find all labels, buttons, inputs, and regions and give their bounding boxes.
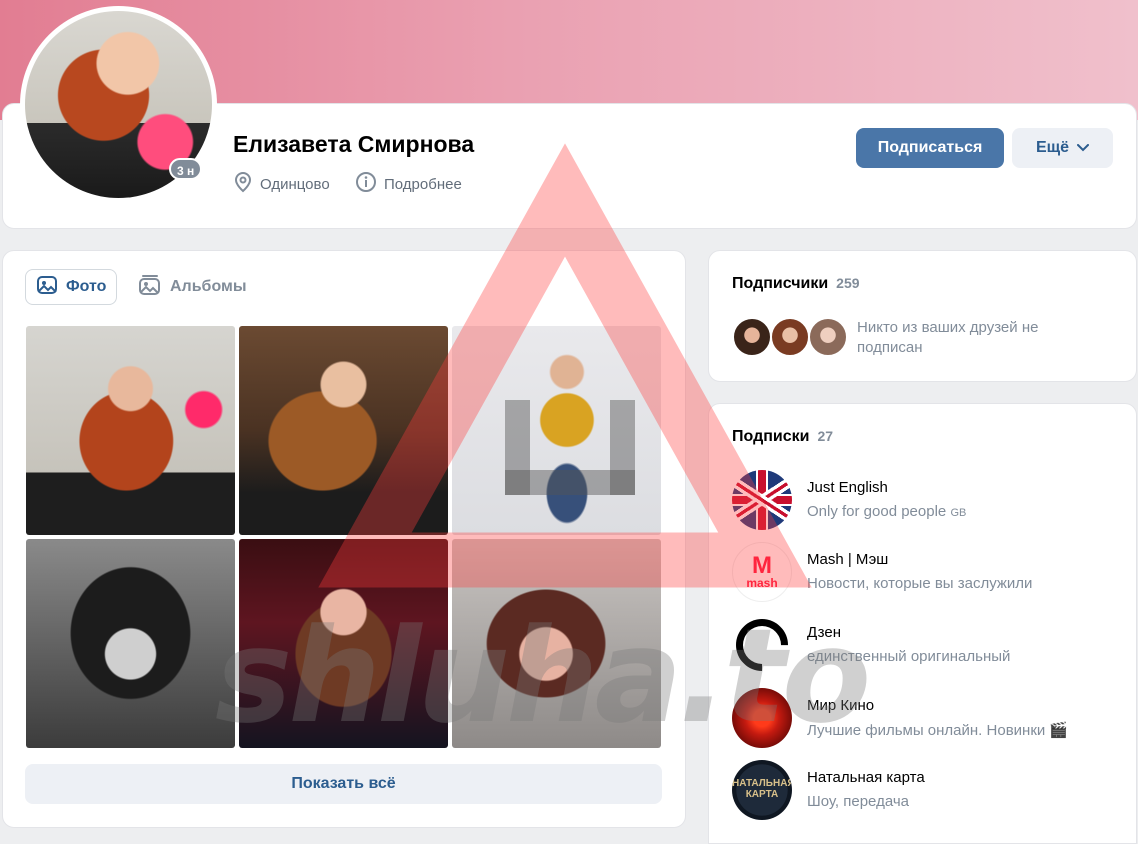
subscription-name: Мир Кино bbox=[807, 697, 875, 714]
subscription-desc: единственный оригинальный bbox=[807, 648, 1011, 665]
following-title: Подписки bbox=[732, 428, 810, 445]
subscription-name: Just English bbox=[807, 479, 888, 496]
photo-thumbnail[interactable] bbox=[26, 539, 235, 748]
profile-name: Елизавета Смирнова bbox=[233, 131, 475, 157]
following-count: 27 bbox=[817, 428, 834, 444]
more-label: Ещё bbox=[1035, 139, 1070, 156]
subscription-desc: Лучшие фильмы онлайн. Новинки 🎬 bbox=[807, 722, 1069, 739]
info-icon bbox=[355, 171, 377, 197]
followers-note: Никто из ваших друзей не подписан bbox=[857, 319, 1039, 356]
show-all-photos-button[interactable]: Показать всё bbox=[25, 764, 662, 804]
details-label: Подробнее bbox=[384, 175, 462, 193]
follower-avatar[interactable] bbox=[732, 317, 772, 357]
subscription-desc: Only for good people GB bbox=[807, 503, 967, 520]
follower-avatar[interactable] bbox=[808, 317, 848, 357]
profile-city: Одинцово bbox=[233, 171, 330, 197]
followers-header[interactable]: Подписчики 259 bbox=[732, 275, 860, 293]
subscription-desc: Шоу, передача bbox=[807, 793, 909, 810]
subscription-item[interactable]: НАТАЛЬНАЯ КАРТА Натальная карта Шоу, пер… bbox=[732, 760, 1112, 820]
subscription-name: Дзен bbox=[807, 624, 841, 641]
dzen-logo-icon bbox=[732, 615, 792, 675]
photo-thumbnail[interactable] bbox=[452, 326, 661, 535]
location-pin-icon bbox=[233, 171, 253, 197]
mash-logo-icon: M mash bbox=[732, 542, 792, 602]
followers-count: 259 bbox=[836, 275, 860, 291]
subscription-item[interactable]: Just English Only for good people GB bbox=[732, 470, 1112, 530]
tab-photos-label: Фото bbox=[66, 278, 107, 295]
following-header[interactable]: Подписки 27 bbox=[732, 428, 833, 446]
subscription-item[interactable]: Мир Кино Лучшие фильмы онлайн. Новинки 🎬 bbox=[732, 688, 1112, 748]
subscribe-button[interactable]: Подписаться bbox=[856, 128, 1004, 168]
more-button[interactable]: Ещё bbox=[1012, 128, 1113, 168]
last-seen-badge: 3 н bbox=[169, 158, 203, 180]
subscription-name: Mash | Мэш bbox=[807, 551, 889, 568]
city-label: Одинцово bbox=[260, 175, 330, 193]
tab-photos[interactable]: Фото bbox=[25, 269, 118, 305]
photo-icon bbox=[36, 274, 58, 301]
photo-thumbnail[interactable] bbox=[239, 326, 448, 535]
subscription-item[interactable]: Дзен единственный оригинальный bbox=[732, 615, 1112, 675]
kino-logo-icon bbox=[732, 688, 792, 748]
photo-thumbnail[interactable] bbox=[239, 539, 448, 748]
tab-albums-label: Альбомы bbox=[170, 278, 247, 295]
subscription-name: Натальная карта bbox=[807, 769, 925, 786]
uk-flag-icon bbox=[732, 470, 792, 530]
tab-albums[interactable]: Альбомы bbox=[128, 269, 257, 305]
subscription-item[interactable]: M mash Mash | Мэш Новости, которые вы за… bbox=[732, 542, 1112, 602]
photo-thumbnail[interactable] bbox=[452, 539, 661, 748]
photo-thumbnail[interactable] bbox=[26, 326, 235, 535]
followers-card bbox=[708, 250, 1137, 382]
followers-title: Подписчики bbox=[732, 275, 829, 292]
albums-icon bbox=[138, 274, 162, 301]
profile-details-link[interactable]: Подробнее bbox=[355, 172, 462, 196]
subscription-desc: Новости, которые вы заслужили bbox=[807, 575, 1033, 592]
natal-logo-icon: НАТАЛЬНАЯ КАРТА bbox=[732, 760, 792, 820]
follower-avatar[interactable] bbox=[770, 317, 810, 357]
chevron-down-icon bbox=[1077, 128, 1090, 168]
